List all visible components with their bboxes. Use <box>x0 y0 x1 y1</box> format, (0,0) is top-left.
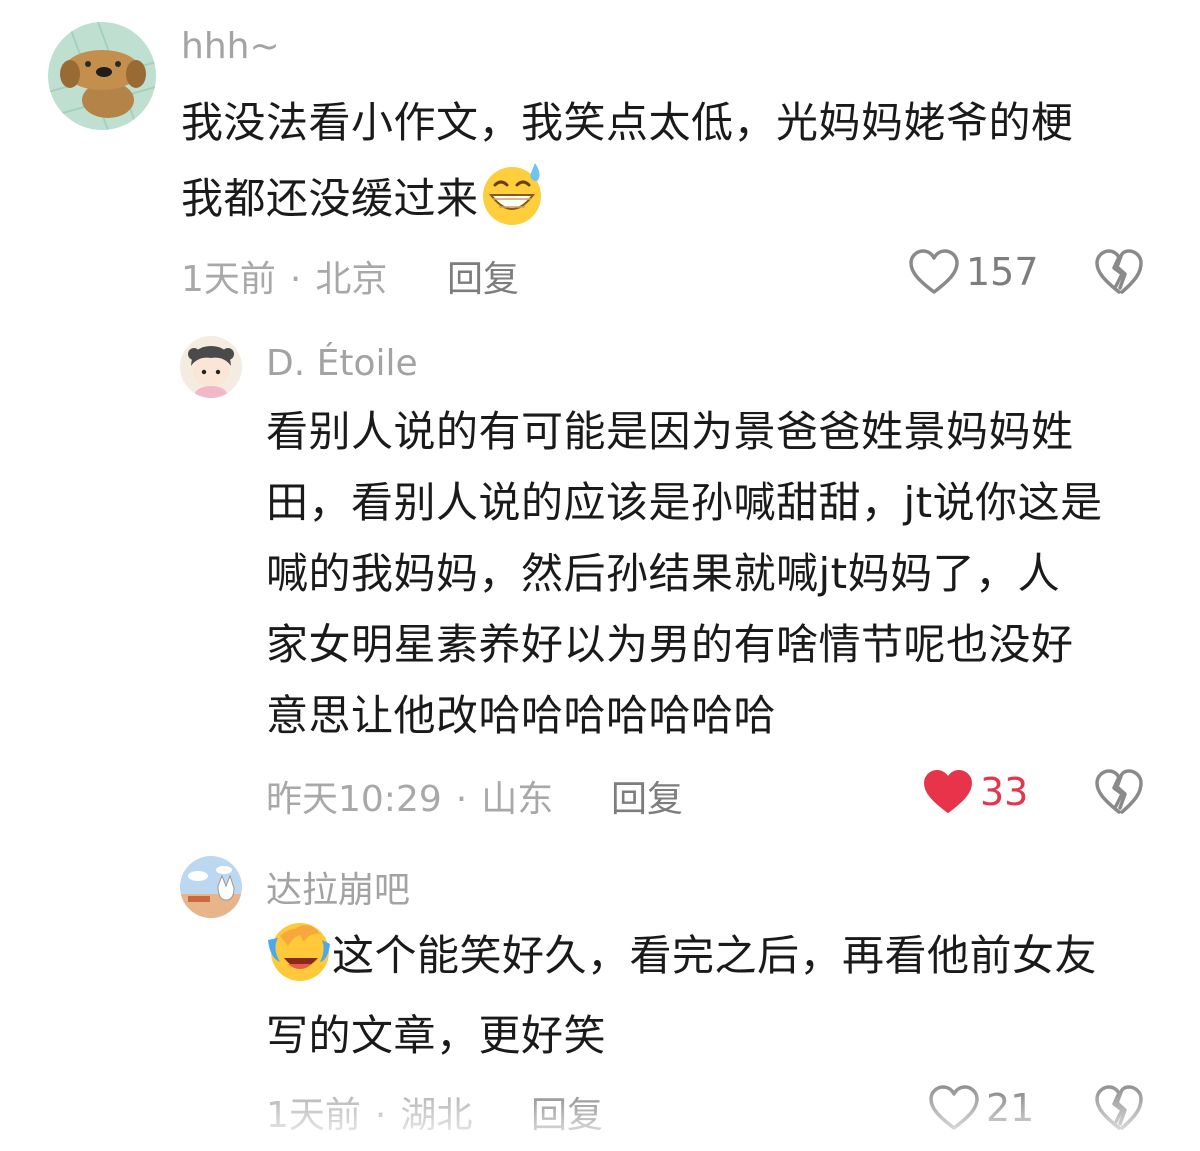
comment-text-line: 这个能笑好久，看完之后，再看他前女友 <box>332 931 1098 980</box>
avatar-icon[interactable] <box>180 856 242 918</box>
broken-heart-icon <box>1095 769 1143 814</box>
heart-outline-icon <box>909 249 959 294</box>
comment-text: 我没法看小作文，我笑点太低，光妈妈姥爷的梗 我都还没缓过来 <box>181 85 1171 237</box>
like-count: 21 <box>986 1086 1035 1130</box>
comment-text-line: 家女明星素养好以为男的有啥情节呢也没好 <box>266 620 1074 669</box>
avatar-icon[interactable] <box>48 22 156 130</box>
username[interactable]: D. Étoile <box>266 343 418 384</box>
dislike-button[interactable] <box>1094 1084 1144 1132</box>
location: 山东 <box>481 779 554 820</box>
reply-button[interactable]: 回复 <box>531 1086 603 1138</box>
timestamp: 1天前 <box>266 1095 361 1136</box>
comment-text-line: 意思让他改哈哈哈哈哈哈哈 <box>266 691 777 740</box>
comment-meta: 昨天10:29 · 山东 <box>266 770 553 822</box>
grinning-sweat-emoji-icon <box>479 161 545 227</box>
laughing-crying-emoji-icon <box>266 918 332 984</box>
comment-text-line: 我没法看小作文，我笑点太低，光妈妈姥爷的梗 <box>181 98 1074 147</box>
like-button[interactable]: 33 <box>922 768 1028 816</box>
like-button[interactable]: 157 <box>908 248 1039 296</box>
location: 北京 <box>315 259 388 300</box>
dislike-button[interactable] <box>1094 248 1144 296</box>
comment-meta: 1天前 · 北京 <box>181 250 387 302</box>
timestamp: 昨天10:29 <box>266 779 442 820</box>
username[interactable]: hhh~ <box>181 26 280 67</box>
like-count: 33 <box>980 770 1029 814</box>
separator-dot: · <box>455 779 468 820</box>
broken-heart-icon <box>1095 249 1143 294</box>
reply-button[interactable]: 回复 <box>447 250 519 302</box>
comment-text-line: 我都还没缓过来 <box>181 174 479 223</box>
reply-button[interactable]: 回复 <box>611 770 683 822</box>
heart-outline-icon <box>929 1085 979 1130</box>
comment-text: 看别人说的有可能是因为景爸爸姓景妈妈姓 田，看别人说的应该是孙喊甜甜，jt说你这… <box>266 396 1176 751</box>
location: 湖北 <box>400 1095 473 1136</box>
comment-text-line: 田，看别人说的应该是孙喊甜甜，jt说你这是 <box>266 478 1103 527</box>
heart-filled-icon <box>924 770 972 813</box>
timestamp: 1天前 <box>181 259 276 300</box>
like-count: 157 <box>966 250 1039 294</box>
avatar-icon[interactable] <box>180 336 242 398</box>
dislike-button[interactable] <box>1094 768 1144 816</box>
comment-text: 这个能笑好久，看完之后，再看他前女友 写的文章，更好笑 <box>266 916 1176 1076</box>
separator-dot: · <box>289 259 302 300</box>
separator-dot: · <box>374 1095 387 1136</box>
comment-meta: 1天前 · 湖北 <box>266 1086 472 1138</box>
comment-text-line: 看别人说的有可能是因为景爸爸姓景妈妈姓 <box>266 407 1074 456</box>
like-button[interactable]: 21 <box>928 1084 1034 1132</box>
username[interactable]: 达拉崩吧 <box>266 861 410 913</box>
broken-heart-icon <box>1095 1085 1143 1130</box>
comment-text-line: 喊的我妈妈，然后孙结果就喊jt妈妈了，人 <box>266 549 1061 598</box>
comment-text-line: 写的文章，更好笑 <box>266 1011 607 1060</box>
